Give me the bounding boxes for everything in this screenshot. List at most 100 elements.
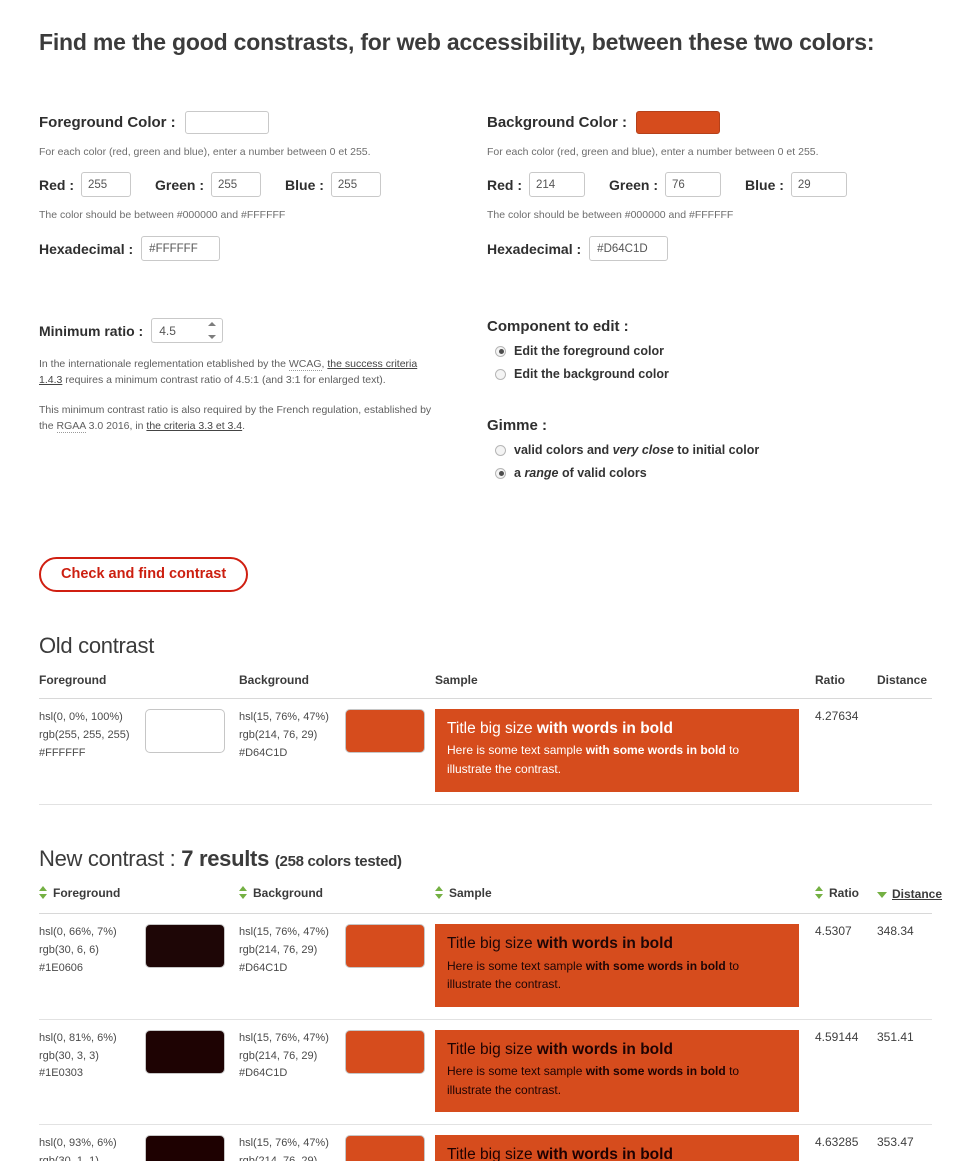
- range-part-1: a: [514, 466, 525, 481]
- bg-hsl: hsl(15, 76%, 47%): [239, 1031, 329, 1044]
- sample-cell: Title big size with words in bold Here is…: [435, 913, 815, 1020]
- foreground-codes: hsl(0, 66%, 7%) rgb(30, 6, 6) #1E0606: [39, 924, 135, 977]
- ratio-value: 4.5307: [815, 913, 877, 1020]
- foreground-green-label: Green :: [155, 176, 205, 193]
- background-swatch: [345, 1029, 425, 1074]
- spinner-arrows-icon[interactable]: [208, 322, 217, 340]
- radio-edit-foreground-icon[interactable]: [495, 345, 506, 357]
- background-green-input[interactable]: [665, 172, 722, 198]
- range-part-2: of valid colors: [558, 466, 647, 481]
- rgaa-abbr: RGAA: [56, 419, 86, 433]
- foreground-cell: hsl(0, 93%, 6%)rgb(30, 1, 1)#1E0101: [39, 1124, 239, 1161]
- sort-descending-icon[interactable]: [877, 891, 887, 898]
- radio-very-close-icon[interactable]: [495, 444, 506, 456]
- old-col-foreground: Foreground: [39, 673, 239, 700]
- foreground-cell: hsl(0, 66%, 7%) rgb(30, 6, 6) #1E0606: [39, 913, 239, 1020]
- background-hex-input[interactable]: [589, 236, 669, 262]
- radio-range-label: a range of valid colors: [514, 466, 647, 480]
- fg-hsl: hsl(0, 66%, 7%): [39, 926, 117, 939]
- ratio-value: 4.63285: [815, 1124, 877, 1161]
- foreground-green-input[interactable]: [211, 172, 262, 198]
- sort-both-icon[interactable]: [815, 886, 824, 900]
- sort-both-icon[interactable]: [239, 886, 248, 900]
- new-col-ratio[interactable]: Ratio: [815, 885, 877, 915]
- radio-very-close-label: valid colors and very close to initial c…: [514, 443, 759, 457]
- sample-title: Title big size with words in bold: [447, 1146, 673, 1161]
- new-contrast-results-count: 7 results: [181, 845, 270, 871]
- page-title: Find me the good constrasts, for web acc…: [39, 29, 875, 55]
- foreground-hex-input[interactable]: [141, 236, 221, 262]
- new-col-foreground[interactable]: Foreground: [39, 885, 239, 915]
- new-col-foreground-label: Foreground: [53, 885, 121, 900]
- radio-range-colors[interactable]: a range of valid colors: [487, 466, 932, 480]
- options-section: Minimum ratio : In the internationale re…: [39, 318, 932, 480]
- foreground-red-input[interactable]: [81, 172, 131, 198]
- new-col-sample-label: Sample: [449, 885, 492, 900]
- foreground-hex-label: Hexadecimal :: [39, 240, 134, 257]
- bg-rgb: rgb(214, 76, 29): [239, 1153, 335, 1161]
- radio-range-icon[interactable]: [495, 467, 506, 479]
- new-contrast-header-row: Foreground Background Sample Ratio Dista…: [39, 885, 942, 915]
- radio-edit-background-label: Edit the background color: [514, 367, 669, 382]
- old-background-swatch: [345, 709, 425, 754]
- rgaa-criteria-link[interactable]: the criteria 3.3 et 3.4: [146, 420, 242, 432]
- new-col-background-label: Background: [253, 885, 324, 900]
- new-col-distance[interactable]: Distance: [877, 885, 942, 915]
- new-col-ratio-label: Ratio: [829, 885, 859, 900]
- rgaa-legal-part-2: 3.0 2016, in: [85, 419, 147, 432]
- sample-title: Title big size with words in bold: [447, 1040, 673, 1058]
- old-foreground-codes: hsl(0, 0%, 100%) rgb(255, 255, 255) #FFF…: [39, 709, 135, 762]
- radio-edit-background[interactable]: Edit the background color: [487, 367, 932, 381]
- ratio-value: 4.59144: [815, 1019, 877, 1126]
- sort-both-icon[interactable]: [39, 886, 48, 900]
- foreground-rgb-inputs: Red : Green : Blue :: [39, 172, 484, 198]
- foreground-swatch: [145, 924, 225, 969]
- old-fg-hex: #FFFFFF: [39, 746, 86, 759]
- sample-body-part-1: Here is some text sample: [447, 743, 586, 758]
- old-foreground-swatch: [145, 709, 225, 754]
- fg-rgb: rgb(30, 3, 3): [39, 1049, 99, 1062]
- new-contrast-table: Foreground Background Sample Ratio Dista…: [39, 885, 942, 1161]
- background-hex-row: Hexadecimal :: [487, 236, 932, 262]
- minimum-ratio-stepper[interactable]: [151, 318, 224, 344]
- background-cell: hsl(15, 76%, 47%) rgb(214, 76, 29) #D64C1D: [239, 1019, 435, 1126]
- fg-hex: #1E0606: [39, 961, 84, 974]
- background-red-label: Red :: [487, 176, 522, 193]
- table-row: hsl(0, 0%, 100%) rgb(255, 255, 255) #FFF…: [39, 698, 932, 805]
- old-bg-hex: #D64C1D: [239, 746, 288, 759]
- wcag-legal-part-3: requires a minimum contrast ratio of 4.5…: [62, 374, 386, 387]
- new-col-sample[interactable]: Sample: [435, 885, 815, 915]
- sample-cell: Title big size with words in bold Here is…: [435, 1019, 815, 1126]
- background-blue-input[interactable]: [790, 172, 847, 198]
- old-bg-hsl: hsl(15, 76%, 47%): [239, 711, 329, 724]
- background-hex-hint: The color should be between #000000 and …: [487, 209, 734, 222]
- radio-edit-background-icon[interactable]: [495, 368, 506, 380]
- foreground-blue-input[interactable]: [330, 172, 381, 198]
- bg-hex: #D64C1D: [239, 1067, 288, 1080]
- radio-edit-foreground[interactable]: Edit the foreground color: [487, 344, 932, 358]
- new-col-background[interactable]: Background: [239, 885, 435, 915]
- old-background-cell: hsl(15, 76%, 47%) rgb(214, 76, 29) #D64C…: [239, 698, 435, 805]
- old-foreground-cell: hsl(0, 0%, 100%) rgb(255, 255, 255) #FFF…: [39, 698, 239, 805]
- check-and-find-contrast-button[interactable]: Check and find contrast: [39, 557, 249, 593]
- sort-both-icon[interactable]: [435, 886, 444, 900]
- foreground-swatch: [145, 1029, 225, 1074]
- sample-preview: Title big size with words in boldHere is…: [435, 1135, 799, 1161]
- radio-very-close-colors[interactable]: valid colors and very close to initial c…: [487, 443, 932, 457]
- background-red-input[interactable]: [529, 172, 585, 198]
- sample-body-bold: with some words in bold: [585, 743, 726, 758]
- background-codes: hsl(15, 76%, 47%)rgb(214, 76, 29)#D64C1D: [239, 924, 335, 977]
- foreground-codes: hsl(0, 93%, 6%)rgb(30, 1, 1)#1E0101: [39, 1135, 135, 1161]
- background-color-preview: [636, 110, 721, 134]
- fg-rgb: rgb(30, 1, 1): [39, 1153, 135, 1161]
- background-codes: hsl(15, 76%, 47%)rgb(214, 76, 29)#D64C1D: [239, 1135, 335, 1161]
- new-contrast-heading-prefix: New contrast :: [39, 845, 182, 871]
- new-contrast-heading: New contrast : 7 results (258 colors tes…: [39, 846, 932, 872]
- distance-value: 351.41: [877, 1019, 932, 1126]
- minimum-ratio-row: Minimum ratio :: [39, 318, 484, 344]
- background-blue-label: Blue :: [745, 176, 784, 193]
- old-sample-cell: Title big size with words in bold Here i…: [435, 698, 815, 805]
- table-row: hsl(0, 66%, 7%) rgb(30, 6, 6) #1E0606 hsl(1…: [39, 913, 932, 1020]
- fg-hsl: hsl(0, 81%, 6%): [39, 1031, 117, 1044]
- bg-hex: #D64C1D: [239, 961, 288, 974]
